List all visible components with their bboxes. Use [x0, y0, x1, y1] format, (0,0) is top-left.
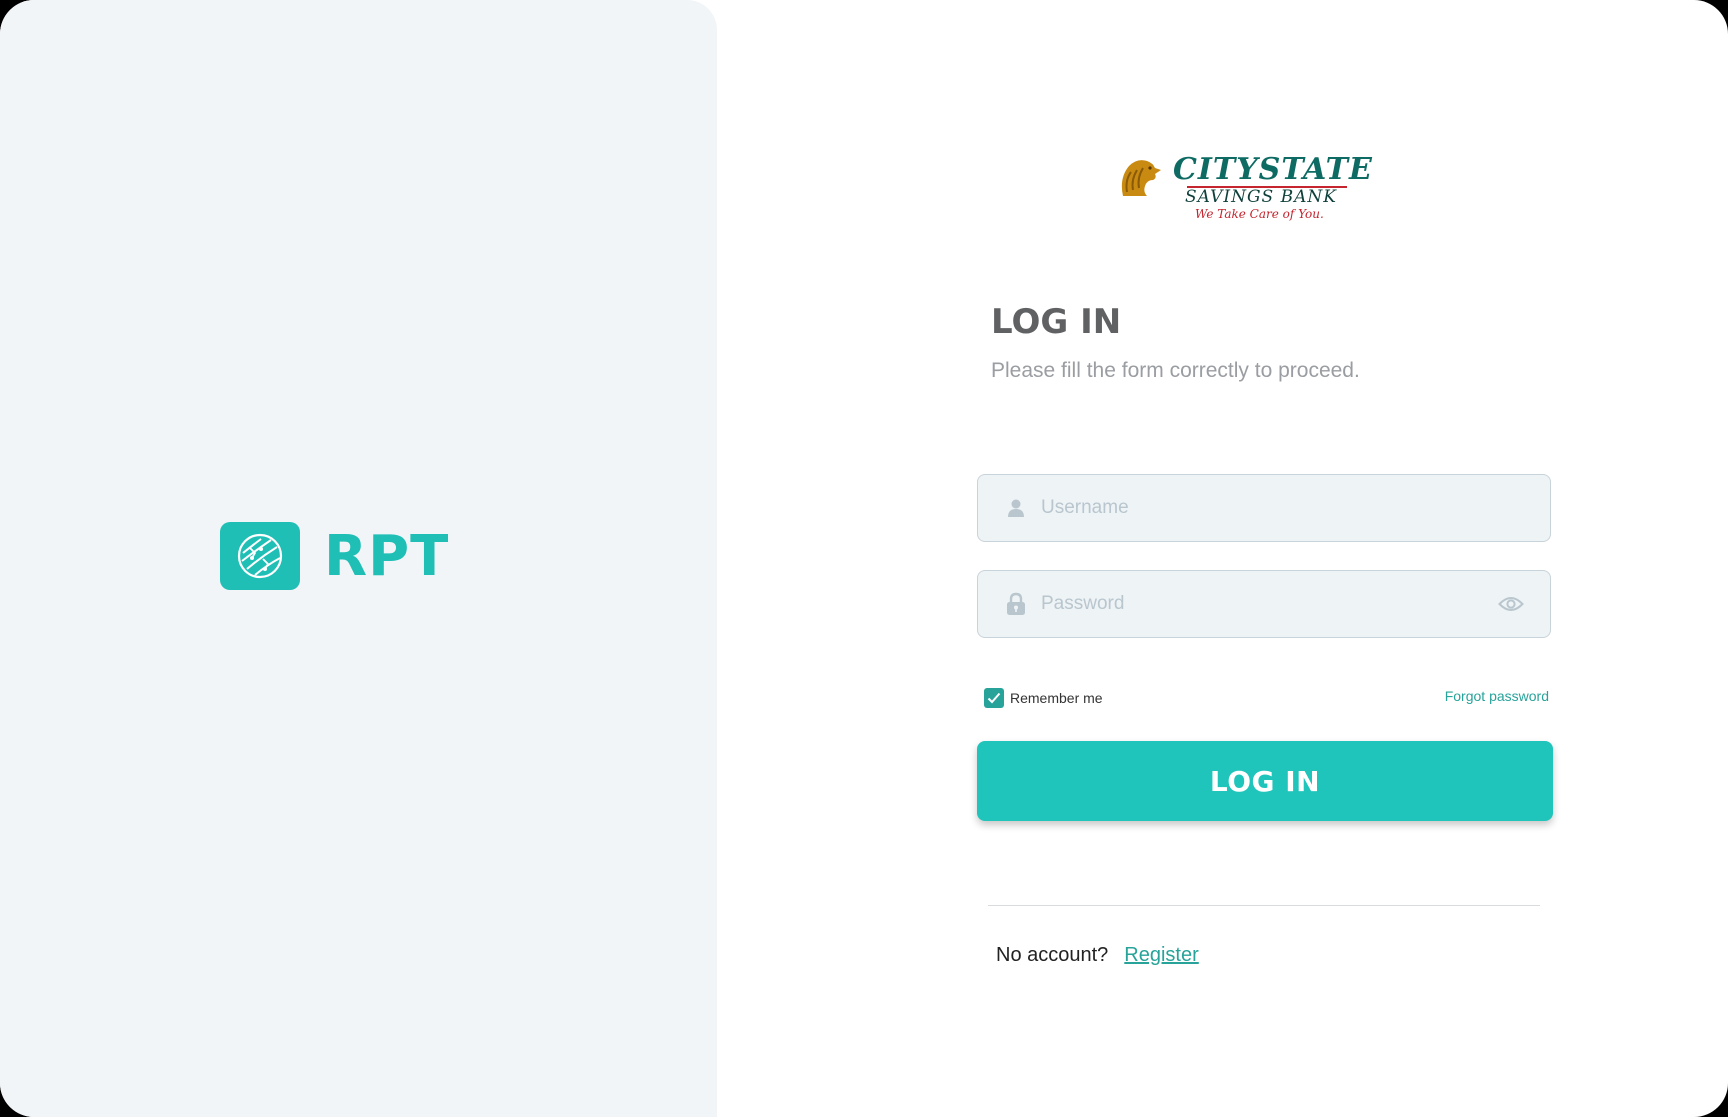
page-title: LOG IN: [991, 302, 1122, 342]
no-account-text: No account?: [996, 944, 1109, 966]
register-prompt: No account? Register: [996, 944, 1199, 967]
lion-icon: [1121, 160, 1161, 196]
brand-panel: RPT: [0, 0, 717, 1117]
username-input[interactable]: [1039, 487, 1550, 529]
password-input[interactable]: [1039, 583, 1498, 625]
bank-name: CITYSTATE: [1173, 152, 1373, 187]
check-icon: [987, 692, 1001, 704]
user-icon: [1005, 497, 1027, 519]
forgot-password-link[interactable]: Forgot password: [1445, 688, 1549, 704]
login-button[interactable]: LOG IN: [977, 741, 1553, 821]
app-window: RPT CITYSTATE SAVINGS BANK We Take Care …: [0, 0, 1728, 1117]
brand-mark-icon: [220, 522, 300, 590]
bank-logo: CITYSTATE SAVINGS BANK We Take Care of Y…: [1117, 152, 1372, 226]
remember-me-label: Remember me: [1010, 690, 1103, 706]
page-subtitle: Please fill the form correctly to procee…: [991, 359, 1360, 382]
divider: [988, 905, 1540, 906]
username-field[interactable]: [977, 474, 1551, 542]
remember-me[interactable]: Remember me: [984, 688, 1103, 708]
remember-me-checkbox[interactable]: [984, 688, 1004, 708]
bank-subtitle: SAVINGS BANK: [1185, 187, 1337, 207]
register-link[interactable]: Register: [1124, 944, 1198, 967]
lock-icon: [1005, 592, 1027, 615]
eye-icon[interactable]: [1498, 594, 1524, 614]
bank-tagline: We Take Care of You.: [1195, 207, 1324, 221]
brand-name: RPT: [324, 523, 450, 589]
brand-logo: RPT: [220, 522, 449, 590]
password-field[interactable]: [977, 570, 1551, 638]
